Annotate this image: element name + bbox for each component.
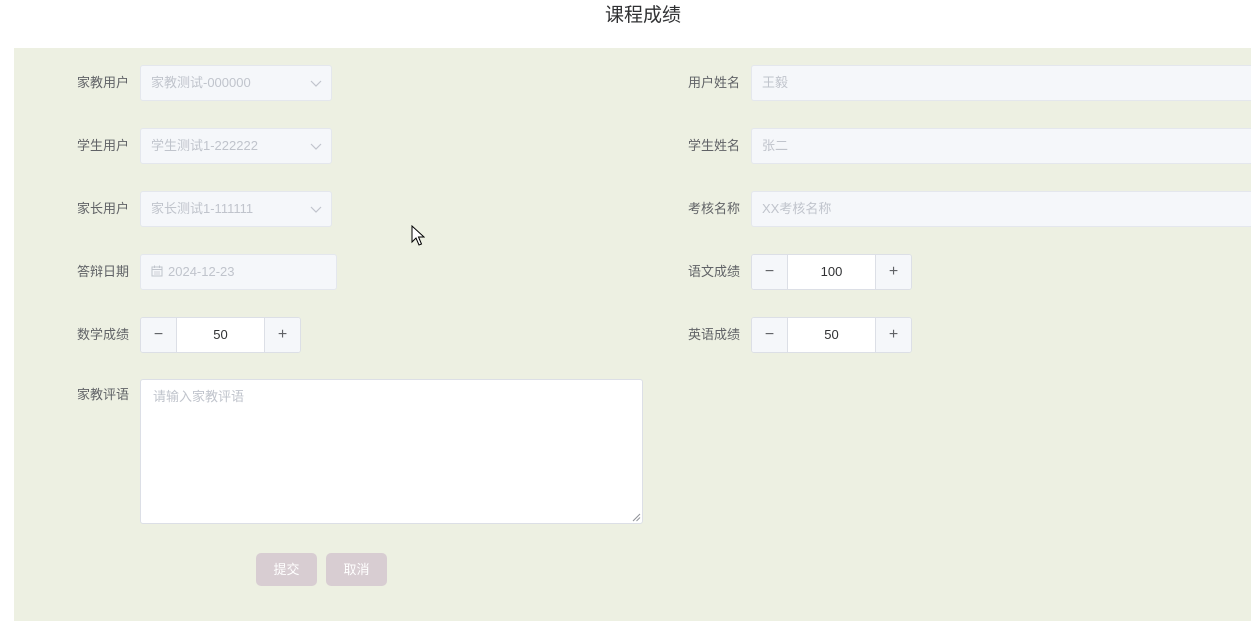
student-name-field[interactable]: 张二 bbox=[751, 128, 1251, 164]
math-score-stepper: − 50 + bbox=[140, 317, 301, 353]
chinese-score-increase-button[interactable]: + bbox=[875, 255, 911, 289]
exam-name-value: XX考核名称 bbox=[762, 201, 832, 216]
mouse-pointer-icon bbox=[411, 225, 425, 246]
chinese-score-input[interactable]: 100 bbox=[788, 255, 875, 289]
exam-name-field[interactable]: XX考核名称 bbox=[751, 191, 1251, 227]
english-score-stepper: − 50 + bbox=[751, 317, 912, 353]
student-name-label: 学生姓名 bbox=[687, 138, 740, 153]
student-user-select[interactable]: 学生测试1-222222 bbox=[140, 128, 332, 164]
page-title: 课程成绩 bbox=[604, 5, 681, 26]
submit-button[interactable]: 提交 bbox=[256, 553, 317, 586]
student-name-value: 张二 bbox=[762, 138, 789, 153]
defense-date-value: 2024-12-23 bbox=[168, 264, 235, 279]
chevron-down-icon bbox=[310, 206, 322, 213]
math-score-decrease-button[interactable]: − bbox=[141, 318, 177, 352]
chinese-score-stepper: − 100 + bbox=[751, 254, 912, 290]
user-name-field[interactable]: 王毅 bbox=[751, 65, 1251, 101]
resize-grip-icon[interactable] bbox=[631, 512, 641, 522]
tutor-user-value: 家教测试-000000 bbox=[151, 75, 251, 90]
tutor-user-select[interactable]: 家教测试-000000 bbox=[140, 65, 332, 101]
calendar-icon bbox=[151, 265, 163, 277]
math-score-input[interactable]: 50 bbox=[177, 318, 264, 352]
tutor-comment-placeholder: 请输入家教评语 bbox=[153, 389, 245, 404]
english-score-input[interactable]: 50 bbox=[788, 318, 875, 352]
tutor-comment-textarea[interactable]: 请输入家教评语 bbox=[140, 379, 643, 524]
cancel-button[interactable]: 取消 bbox=[326, 553, 387, 586]
course-score-form: 家教用户 家教测试-000000 用户姓名 王毅 学生用户 学生测试1-2222… bbox=[14, 48, 1251, 621]
user-name-label: 用户姓名 bbox=[687, 75, 740, 90]
english-score-label: 英语成绩 bbox=[687, 327, 740, 342]
chevron-down-icon bbox=[310, 143, 322, 150]
defense-date-label: 答辩日期 bbox=[76, 264, 129, 279]
math-score-label: 数学成绩 bbox=[76, 327, 129, 342]
english-score-decrease-button[interactable]: − bbox=[752, 318, 788, 352]
tutor-comment-label: 家教评语 bbox=[76, 387, 129, 402]
parent-user-value: 家长测试1-111111 bbox=[151, 201, 254, 216]
parent-user-select[interactable]: 家长测试1-111111 bbox=[140, 191, 332, 227]
user-name-value: 王毅 bbox=[762, 75, 789, 90]
exam-name-label: 考核名称 bbox=[687, 201, 740, 216]
tutor-user-label: 家教用户 bbox=[76, 75, 129, 90]
parent-user-label: 家长用户 bbox=[76, 201, 129, 216]
student-user-value: 学生测试1-222222 bbox=[151, 138, 258, 153]
defense-date-picker[interactable]: 2024-12-23 bbox=[140, 254, 337, 290]
student-user-label: 学生用户 bbox=[76, 138, 129, 153]
chinese-score-label: 语文成绩 bbox=[687, 264, 740, 279]
math-score-increase-button[interactable]: + bbox=[264, 318, 300, 352]
chevron-down-icon bbox=[310, 80, 322, 87]
chinese-score-decrease-button[interactable]: − bbox=[752, 255, 788, 289]
english-score-increase-button[interactable]: + bbox=[875, 318, 911, 352]
